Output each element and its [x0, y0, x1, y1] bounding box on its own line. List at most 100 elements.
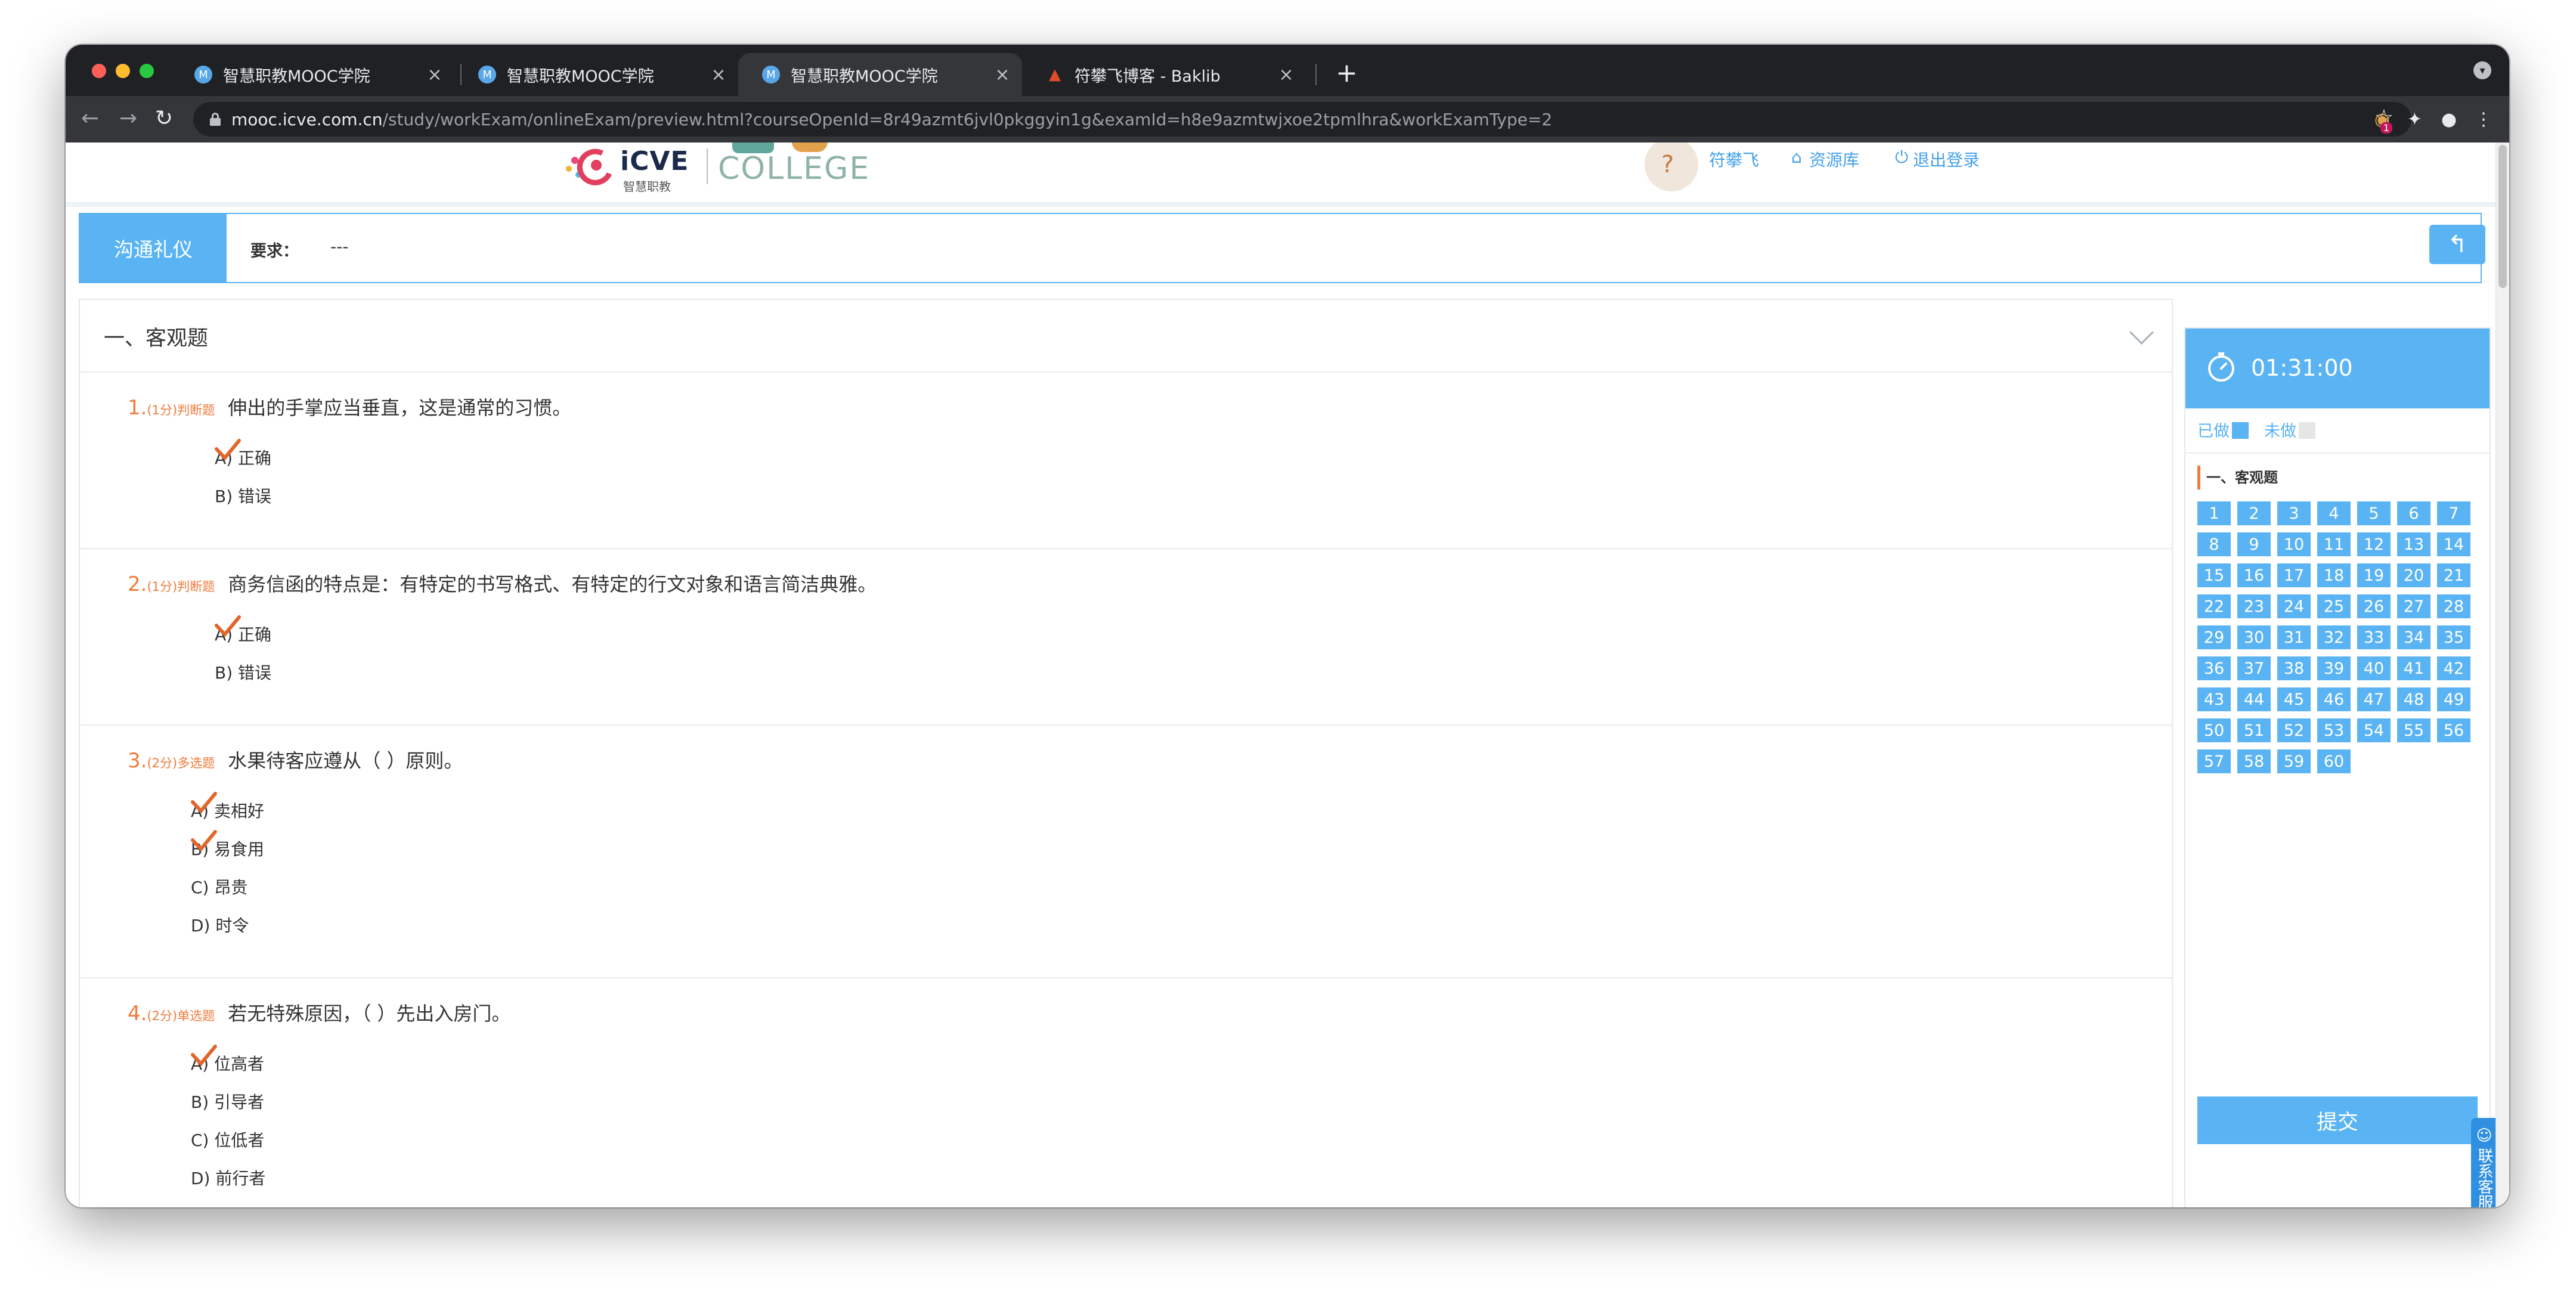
tab-close-icon[interactable]: × — [708, 64, 729, 85]
question-number-cell[interactable]: 18 — [2317, 563, 2351, 587]
chevron-down-icon[interactable] — [2129, 320, 2154, 345]
question-number-cell[interactable]: 31 — [2277, 625, 2311, 649]
browser-tab[interactable]: M 智慧职教MOOC学院 × — [454, 53, 738, 96]
question-number-cell[interactable]: 30 — [2237, 625, 2271, 649]
question-number-cell[interactable]: 37 — [2237, 656, 2271, 680]
question-number-cell[interactable]: 7 — [2437, 501, 2470, 525]
question-number-cell[interactable]: 29 — [2197, 625, 2231, 649]
question-number-cell[interactable]: 49 — [2437, 687, 2470, 711]
question-number-cell[interactable]: 10 — [2277, 532, 2311, 556]
browser-tab[interactable]: ▲ 符攀飞博客 - Baklib × — [1022, 53, 1306, 96]
tab-close-icon[interactable]: × — [992, 64, 1013, 85]
browser-tab-active[interactable]: M 智慧职教MOOC学院 × — [738, 53, 1022, 96]
close-window-button[interactable] — [92, 64, 106, 78]
question-number-cell[interactable]: 55 — [2397, 718, 2431, 742]
tab-close-icon[interactable]: × — [1276, 64, 1296, 85]
question-number-cell[interactable]: 14 — [2437, 532, 2470, 556]
question-number-cell[interactable]: 21 — [2437, 563, 2470, 587]
question-number-cell[interactable]: 50 — [2197, 718, 2231, 742]
question-number-cell[interactable]: 27 — [2397, 594, 2431, 618]
option-b[interactable]: B) 错误 — [215, 660, 271, 684]
question-number-cell[interactable]: 26 — [2357, 594, 2391, 618]
option-d[interactable]: D) 前行者 — [191, 1166, 265, 1189]
minimize-window-button[interactable] — [116, 64, 130, 78]
question-number-cell[interactable]: 12 — [2357, 532, 2391, 556]
user-name-link[interactable]: 符攀飞 — [1709, 147, 1759, 171]
profile-icon[interactable]: ● — [2441, 109, 2457, 130]
question-number-cell[interactable]: 34 — [2397, 625, 2431, 649]
question-number-cell[interactable]: 58 — [2237, 749, 2271, 773]
menu-kebab-icon[interactable]: ⋮ — [2475, 109, 2493, 130]
question-number-cell[interactable]: 41 — [2397, 656, 2431, 680]
submit-button[interactable]: 提交 — [2197, 1096, 2478, 1144]
question-number-cell[interactable]: 25 — [2317, 594, 2351, 618]
question-number-cell[interactable]: 42 — [2437, 656, 2470, 680]
question-number-cell[interactable]: 53 — [2317, 718, 2351, 742]
question-number-cell[interactable]: 54 — [2357, 718, 2391, 742]
question-number-cell[interactable]: 32 — [2317, 625, 2351, 649]
question-number-cell[interactable]: 2 — [2237, 501, 2271, 525]
question-number-cell[interactable]: 3 — [2277, 501, 2311, 525]
question-number-cell[interactable]: 20 — [2397, 563, 2431, 587]
question-number-cell[interactable]: 23 — [2237, 594, 2271, 618]
option-d[interactable]: D) 时令 — [191, 913, 249, 937]
zoom-window-button[interactable] — [140, 64, 154, 78]
question-number-cell[interactable]: 48 — [2397, 687, 2431, 711]
question-number-cell[interactable]: 52 — [2277, 718, 2311, 742]
question-number-cell[interactable]: 22 — [2197, 594, 2231, 618]
logout-link[interactable]: 退出登录 — [1913, 147, 1980, 171]
question-number-cell[interactable]: 36 — [2197, 656, 2231, 680]
section-header[interactable]: 一、客观题 — [80, 300, 2172, 373]
question-number-cell[interactable]: 51 — [2237, 718, 2271, 742]
checkmark-icon — [215, 439, 241, 461]
tab-search-icon[interactable]: ▾ — [2473, 61, 2491, 79]
question-number-cell[interactable]: 39 — [2317, 656, 2351, 680]
question-number-cell[interactable]: 43 — [2197, 687, 2231, 711]
question-number-cell[interactable]: 9 — [2237, 532, 2271, 556]
resource-link[interactable]: 资源库 — [1809, 147, 1859, 171]
question-number-cell[interactable]: 56 — [2437, 718, 2470, 742]
question-number-cell[interactable]: 16 — [2237, 563, 2271, 587]
logo-college-text: COLLEGE — [718, 151, 871, 187]
question-number-cell[interactable]: 1 — [2197, 501, 2231, 525]
question-number-cell[interactable]: 8 — [2197, 532, 2231, 556]
question-number-cell[interactable]: 11 — [2317, 532, 2351, 556]
question-number-cell[interactable]: 44 — [2237, 687, 2271, 711]
puzzle-icon[interactable]: ✦ — [2407, 109, 2422, 130]
customer-service-button[interactable]: ☺ 联系客服 — [2471, 1118, 2497, 1207]
question-number-cell[interactable]: 57 — [2197, 749, 2231, 773]
question-number-cell[interactable]: 17 — [2277, 563, 2311, 587]
option-c[interactable]: C) 位低者 — [191, 1127, 264, 1151]
question-number-cell[interactable]: 59 — [2277, 749, 2311, 773]
question-number-cell[interactable]: 60 — [2317, 749, 2351, 773]
question-number-cell[interactable]: 5 — [2357, 501, 2391, 525]
back-arrow-icon[interactable]: ← — [81, 106, 99, 132]
option-b[interactable]: B) 引导者 — [191, 1089, 264, 1113]
scrollbar-thumb[interactable] — [2498, 145, 2507, 288]
question-number-cell[interactable]: 19 — [2357, 563, 2391, 587]
option-c[interactable]: C) 昂贵 — [191, 875, 247, 899]
reload-icon[interactable]: ↻ — [155, 106, 173, 132]
question-number-cell[interactable]: 15 — [2197, 563, 2231, 587]
question-number-cell[interactable]: 38 — [2277, 656, 2311, 680]
question-number-cell[interactable]: 35 — [2437, 625, 2470, 649]
back-button[interactable]: ↰ — [2429, 225, 2485, 264]
question-number-cell[interactable]: 13 — [2397, 532, 2431, 556]
question-number-cell[interactable]: 33 — [2357, 625, 2391, 649]
tab-close-icon[interactable]: × — [425, 64, 445, 85]
avatar[interactable] — [1645, 142, 1698, 191]
scrollbar[interactable] — [2496, 142, 2509, 1207]
question-number-cell[interactable]: 45 — [2277, 687, 2311, 711]
question-number-cell[interactable]: 6 — [2397, 501, 2431, 525]
question-number-cell[interactable]: 28 — [2437, 594, 2470, 618]
question-number-cell[interactable]: 24 — [2277, 594, 2311, 618]
browser-tab[interactable]: M 智慧职教MOOC学院 × — [171, 53, 454, 96]
question-number-cell[interactable]: 47 — [2357, 687, 2391, 711]
new-tab-button[interactable]: + — [1336, 58, 1358, 88]
question-number-cell[interactable]: 40 — [2357, 656, 2391, 680]
option-b[interactable]: B) 错误 — [215, 484, 271, 507]
question-number-cell[interactable]: 46 — [2317, 687, 2351, 711]
question-number-cell[interactable]: 4 — [2317, 501, 2351, 525]
address-bar[interactable]: mooc.icve.com.cn/study/workExam/onlineEx… — [193, 102, 2411, 137]
forward-arrow-icon[interactable]: → — [119, 106, 137, 132]
